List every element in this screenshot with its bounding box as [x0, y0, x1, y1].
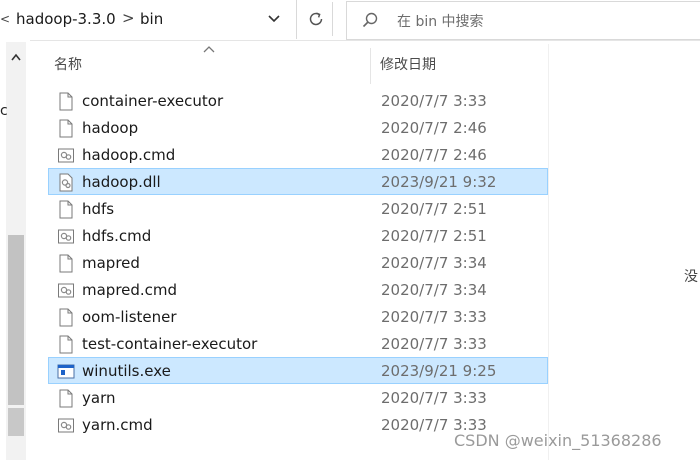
chevron-down-icon[interactable]	[266, 11, 282, 27]
file-name: oom-listener	[82, 308, 177, 326]
file-row[interactable]: yarn 2020/7/7 3:33	[48, 384, 548, 411]
nav-scrollbar-thumb[interactable]	[8, 235, 24, 405]
file-date-modified: 2020/7/7 2:46	[381, 146, 487, 164]
file-row[interactable]: hadoop.cmd 2020/7/7 2:46	[48, 141, 548, 168]
file-name: hdfs.cmd	[82, 227, 152, 245]
file-row[interactable]: mapred.cmd 2020/7/7 3:34	[48, 276, 548, 303]
file-date-modified: 2020/7/7 2:51	[381, 200, 487, 218]
file-icon	[57, 308, 75, 327]
file-date-modified: 2020/7/7 3:33	[381, 335, 487, 353]
cmd-file-icon	[57, 146, 75, 165]
file-name: mapred.cmd	[82, 281, 178, 299]
dll-file-icon	[57, 173, 75, 192]
file-date-modified: 2020/7/7 2:51	[381, 227, 487, 245]
search-icon	[362, 12, 378, 28]
file-name: hadoop	[82, 119, 139, 137]
file-icon	[57, 389, 75, 408]
address-bar[interactable]: < hadoop-3.3.0 > bin	[0, 0, 297, 39]
breadcrumb-separator[interactable]: >	[122, 9, 135, 27]
list-column-edge	[548, 44, 549, 460]
file-row[interactable]: hadoop.dll 2023/9/21 9:32	[48, 168, 548, 195]
file-name: hadoop.dll	[82, 173, 161, 191]
file-row[interactable]: oom-listener 2020/7/7 3:33	[48, 303, 548, 330]
cmd-file-icon	[57, 281, 75, 300]
file-icon	[57, 200, 75, 219]
exe-file-icon	[57, 362, 75, 381]
refresh-button[interactable]	[300, 2, 333, 36]
nav-item-partial[interactable]: c	[0, 103, 8, 119]
chevron-up-icon	[11, 53, 21, 61]
file-date-modified: 2020/7/7 3:34	[381, 254, 487, 272]
file-date-modified: 2023/9/21 9:25	[381, 362, 497, 380]
nav-scroll-up-button[interactable]	[6, 48, 26, 66]
refresh-icon	[309, 12, 323, 26]
file-name: winutils.exe	[82, 362, 171, 380]
file-name: hdfs	[82, 200, 115, 218]
file-name: yarn	[82, 389, 116, 407]
file-row[interactable]: hadoop 2020/7/7 2:46	[48, 114, 548, 141]
file-icon	[57, 119, 75, 138]
file-row[interactable]: hdfs.cmd 2020/7/7 2:51	[48, 222, 548, 249]
sort-ascending-icon	[203, 46, 215, 53]
file-date-modified: 2020/7/7 3:33	[381, 308, 487, 326]
file-row[interactable]: test-container-executor 2020/7/7 3:33	[48, 330, 548, 357]
cmd-file-icon	[57, 227, 75, 246]
column-header-date-modified[interactable]: 修改日期	[380, 54, 436, 74]
breadcrumb-bin[interactable]: bin	[140, 10, 163, 28]
search-box[interactable]: 在 bin 中搜索	[346, 1, 700, 40]
file-row[interactable]: mapred 2020/7/7 3:34	[48, 249, 548, 276]
side-panel-text: 没	[684, 269, 698, 285]
file-name: yarn.cmd	[82, 416, 153, 434]
address-back-chevron[interactable]: <	[0, 12, 10, 26]
file-date-modified: 2020/7/7 3:33	[381, 92, 487, 110]
cmd-file-icon	[57, 416, 75, 435]
file-name: mapred	[82, 254, 140, 272]
file-name: hadoop.cmd	[82, 146, 176, 164]
search-input[interactable]: 在 bin 中搜索	[397, 11, 484, 31]
breadcrumb-hadoop[interactable]: hadoop-3.3.0	[16, 10, 116, 28]
file-icon	[57, 254, 75, 273]
file-icon	[57, 335, 75, 354]
file-date-modified: 2020/7/7 3:34	[381, 281, 487, 299]
file-date-modified: 2020/7/7 2:46	[381, 119, 487, 137]
file-name: test-container-executor	[82, 335, 258, 353]
address-toolbar: < hadoop-3.3.0 > bin 在 bin 中搜索	[0, 0, 700, 41]
watermark: CSDN @weixin_51368286	[454, 431, 662, 450]
nav-scrollbar-lower-thumb[interactable]	[8, 408, 24, 436]
file-date-modified: 2020/7/7 3:33	[381, 389, 487, 407]
file-row[interactable]: winutils.exe 2023/9/21 9:25	[48, 357, 548, 384]
column-header-row: 名称 修改日期	[48, 44, 548, 84]
file-row[interactable]: hdfs 2020/7/7 2:51	[48, 195, 548, 222]
file-icon	[57, 92, 75, 111]
column-header-name[interactable]: 名称	[54, 54, 82, 74]
file-name: container-executor	[82, 92, 224, 110]
file-date-modified: 2023/9/21 9:32	[381, 173, 497, 191]
column-divider[interactable]	[370, 48, 371, 84]
file-row[interactable]: container-executor 2020/7/7 3:33	[48, 87, 548, 114]
file-list: container-executor 2020/7/7 3:33 hadoop 202…	[48, 87, 548, 438]
